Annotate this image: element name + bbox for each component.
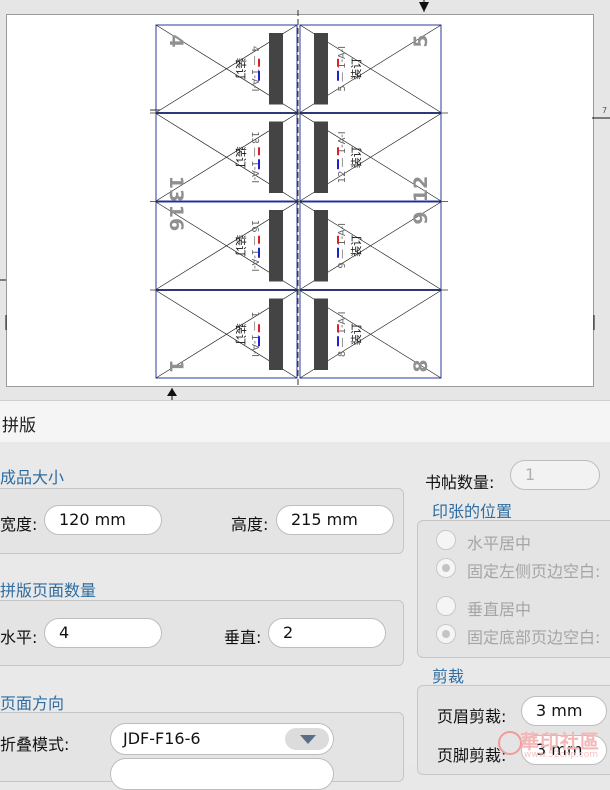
fold-mode-select[interactable]: JDF-F16-6: [110, 723, 334, 755]
top-trim-input[interactable]: 3 mm: [521, 696, 607, 726]
panel-header: 拼版: [0, 400, 610, 443]
binding-bar: [269, 298, 283, 370]
binding-bar: [314, 298, 328, 370]
watermark-logo-icon: [498, 731, 522, 755]
page-number: 9: [410, 211, 432, 224]
vertical-input[interactable]: 2: [268, 618, 386, 648]
page-number: 16: [165, 205, 187, 231]
page-count-title: 拼版页面数量: [0, 581, 97, 600]
binding-bar: [314, 33, 328, 105]
page-number: 12: [410, 176, 432, 202]
orientation-select[interactable]: [110, 758, 334, 790]
page-number: 8: [410, 359, 432, 372]
fold-mode-value: JDF-F16-6: [123, 729, 201, 748]
v-center-label: 垂直居中: [467, 600, 532, 619]
height-label: 高度:: [231, 515, 269, 534]
width-label: 宽度:: [0, 515, 38, 534]
binding-bar: [269, 210, 283, 282]
page-seq-label: 12 — 1-A-I: [337, 131, 348, 183]
fold-label: 装订: [234, 146, 247, 168]
page-seq-label: 1 — 1-A-I: [249, 311, 260, 357]
finished-size-title: 成品大小: [0, 468, 65, 487]
imposition-form: 成品大小 宽度: 120 mm 高度: 215 mm 书帖数量: 1 印张的位置…: [0, 442, 610, 790]
bottom-trim-label: 页脚剪裁:: [437, 746, 507, 765]
imposition-canvas: 44 — 1-A-I装订55 — 1-A-I 装订1313 — 1-A-I装订12…: [0, 0, 610, 400]
ruler-mark: 7: [602, 106, 607, 115]
binding-bar: [269, 33, 283, 105]
page-seq-label: 16 — 1-A-I: [249, 220, 260, 272]
page-seq-label: 4 — 1-A-I: [249, 46, 260, 92]
fixed-bottom-label: 固定底部页边空白:: [467, 628, 601, 647]
binding-bar: [269, 121, 283, 193]
binding-bar: [314, 121, 328, 193]
page-number: 5: [410, 34, 432, 47]
page-seq-label: 13 — 1-A-I: [249, 131, 260, 183]
page-number: 1: [165, 359, 187, 372]
panel-title: 拼版: [2, 416, 36, 436]
h-center-radio[interactable]: [436, 530, 456, 550]
orientation-title: 页面方向: [0, 694, 65, 713]
watermark: 華印社區 www.52cnp.com: [498, 727, 610, 765]
fold-mode-label: 折叠模式:: [0, 735, 70, 754]
fold-label: 装订: [350, 58, 363, 80]
page-seq-label: 5 — 1-A-I: [337, 46, 348, 92]
sheet-position-title: 印张的位置: [432, 502, 513, 521]
signature-count-label: 书帖数量:: [425, 473, 495, 492]
chevron-down-icon[interactable]: [285, 728, 329, 750]
fold-label: 装订: [234, 323, 247, 345]
v-center-radio[interactable]: [436, 596, 456, 616]
trim-title: 剪裁: [432, 667, 465, 686]
fold-label: 装订: [234, 58, 247, 80]
horizontal-label: 水平:: [0, 628, 38, 647]
imposition-preview: 44 — 1-A-I 装订 5 5 — 1-A-I 装订 13 13 — 1-A-I 装订 12…: [0, 0, 610, 400]
page-seq-label: 8 — 1-A-I: [337, 311, 348, 357]
signature-count-input[interactable]: 1: [510, 460, 600, 490]
top-trim-label: 页眉剪裁:: [437, 707, 507, 726]
horizontal-input[interactable]: 4: [44, 618, 162, 648]
fixed-bottom-radio[interactable]: [436, 624, 456, 644]
binding-bar: [314, 210, 328, 282]
fixed-left-label: 固定左侧页边空白:: [467, 562, 601, 581]
page-number: 13: [165, 176, 187, 202]
fold-label: 装订: [350, 146, 363, 168]
fold-label: 装订: [234, 235, 247, 257]
width-input[interactable]: 120 mm: [44, 505, 162, 535]
watermark-url: www.52cnp.com: [524, 750, 599, 760]
page-seq-label: 9 — 1-A-I: [337, 223, 348, 269]
fixed-left-radio[interactable]: [436, 558, 456, 578]
vertical-label: 垂直:: [224, 628, 262, 647]
height-input[interactable]: 215 mm: [276, 505, 394, 535]
h-center-label: 水平居中: [467, 534, 532, 553]
page-number: 4: [165, 34, 187, 47]
fold-label: 装订: [350, 235, 363, 257]
fold-label: 装订: [350, 323, 363, 345]
